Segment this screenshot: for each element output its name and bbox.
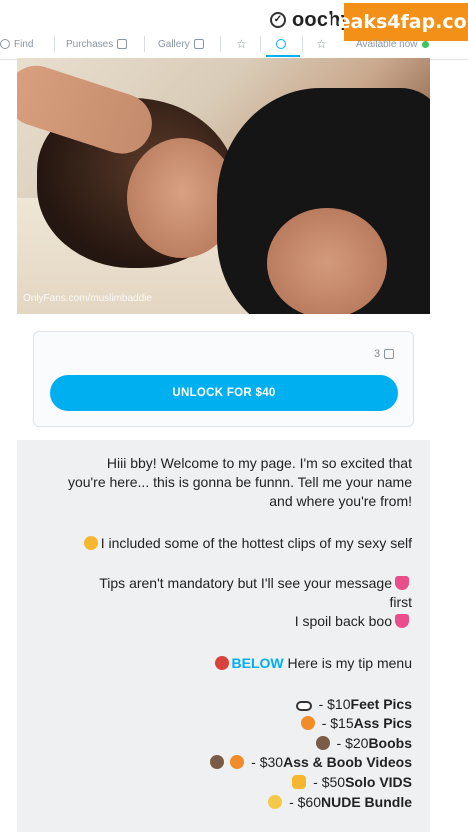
post-line-text: Tips aren't mandatory but I'll see your … — [99, 575, 392, 591]
tip-menu-item: - $10Feet Pics — [17, 695, 412, 713]
tip-menu-item: - $20Boobs — [17, 734, 412, 752]
tab-divider — [260, 36, 261, 52]
unlock-button[interactable]: UNLOCK FOR $40 — [50, 375, 398, 411]
post-line-text: I included some of the hottest clips of … — [100, 535, 412, 551]
kiss-emoji-icon — [83, 536, 98, 550]
tip-item: NUDE Bundle — [321, 794, 412, 810]
post-line-text: Here is my tip menu — [287, 655, 412, 671]
tab-find-label: Find — [14, 38, 34, 50]
profile-tabs: Find Purchases Gallery ☆ ☆ Available now — [0, 32, 468, 56]
tab-find[interactable]: Find — [0, 36, 33, 52]
media-count: 3 — [374, 348, 395, 360]
tip-price: - $10 — [314, 696, 351, 712]
post-line: you're here... this is gonna be funnn. T… — [67, 474, 412, 490]
coconut-emoji-icon — [315, 736, 330, 750]
search-icon — [0, 39, 10, 49]
tab-purchases[interactable]: Purchases — [66, 36, 128, 52]
tab-gallery[interactable]: Gallery — [158, 36, 204, 52]
coconut-emoji-icon — [210, 755, 225, 769]
post-line-text: I spoil back boo — [294, 613, 392, 629]
tip-price: - $60 — [285, 794, 321, 810]
peach-emoji-icon — [300, 716, 315, 730]
heart-emoji-icon — [395, 614, 409, 628]
gallery-icon — [193, 39, 204, 49]
heart-emoji-icon — [395, 576, 409, 590]
post-photo[interactable]: OnlyFans.com/muslimbaddie — [17, 58, 430, 314]
star-icon: ☆ — [316, 37, 327, 51]
tip-menu-item: - $50Solo VIDS — [17, 773, 412, 791]
post-line: first — [389, 594, 412, 610]
peach-emoji-icon — [230, 755, 245, 769]
tab-divider — [302, 36, 303, 52]
tip-menu-item: - $15Ass Pics — [17, 714, 412, 732]
media-count-value: 3 — [374, 348, 381, 360]
post-text: Hiii bby! Welcome to my page. I'm so exc… — [17, 440, 430, 832]
tip-item: Solo VIDS — [345, 774, 412, 790]
post-line: BELOW Here is my tip menu — [17, 654, 412, 672]
cat-emoji-icon — [292, 775, 307, 789]
tip-item: Ass Pics — [353, 715, 412, 731]
tip-item: Ass & Boob Videos — [283, 754, 412, 770]
active-tab-indicator — [266, 33, 300, 57]
mind-blown-emoji-icon — [214, 656, 229, 670]
tip-price: - $15 — [317, 715, 354, 731]
tip-menu-item: - $60NUDE Bundle — [17, 793, 412, 811]
tip-price: - $50 — [309, 774, 346, 790]
tab-divider — [144, 36, 145, 52]
online-dot — [421, 40, 429, 48]
tip-item: Feet Pics — [350, 696, 412, 712]
tip-menu-item: - $30Ass & Boob Videos — [17, 753, 412, 771]
below-highlight: BELOW — [231, 655, 284, 671]
tab-divider — [54, 36, 55, 52]
post-line: and where you're from! — [269, 493, 412, 509]
status-label: Available now — [356, 38, 418, 50]
angel-emoji-icon — [268, 795, 283, 809]
verified-icon: ✓ — [270, 12, 286, 28]
tab-star[interactable]: ☆ — [316, 36, 327, 52]
tip-item: Boobs — [368, 735, 412, 751]
tab-purchases-label: Purchases — [66, 38, 114, 50]
locked-media-card: 3 UNLOCK FOR $40 — [33, 331, 414, 427]
post-line: I included some of the hottest clips of … — [17, 534, 412, 552]
status-available: Available now — [356, 36, 429, 52]
tab-favorites[interactable]: ☆ — [236, 36, 247, 52]
eyes-emoji-icon — [295, 701, 312, 711]
tip-price: - $30 — [247, 754, 284, 770]
post-line: Hiii bby! Welcome to my page. I'm so exc… — [106, 455, 412, 471]
bag-icon — [117, 39, 128, 49]
tab-gallery-label: Gallery — [158, 38, 190, 50]
tip-price: - $20 — [332, 735, 369, 751]
photo-credit: OnlyFans.com/muslimbaddie — [23, 293, 152, 304]
star-outline-icon: ☆ — [236, 37, 247, 51]
post-line: Tips aren't mandatory but I'll see your … — [17, 574, 412, 592]
photo-skin — [267, 208, 387, 314]
media-icon — [384, 349, 395, 359]
tab-divider — [220, 36, 221, 52]
post-line: I spoil back boo — [17, 612, 412, 630]
